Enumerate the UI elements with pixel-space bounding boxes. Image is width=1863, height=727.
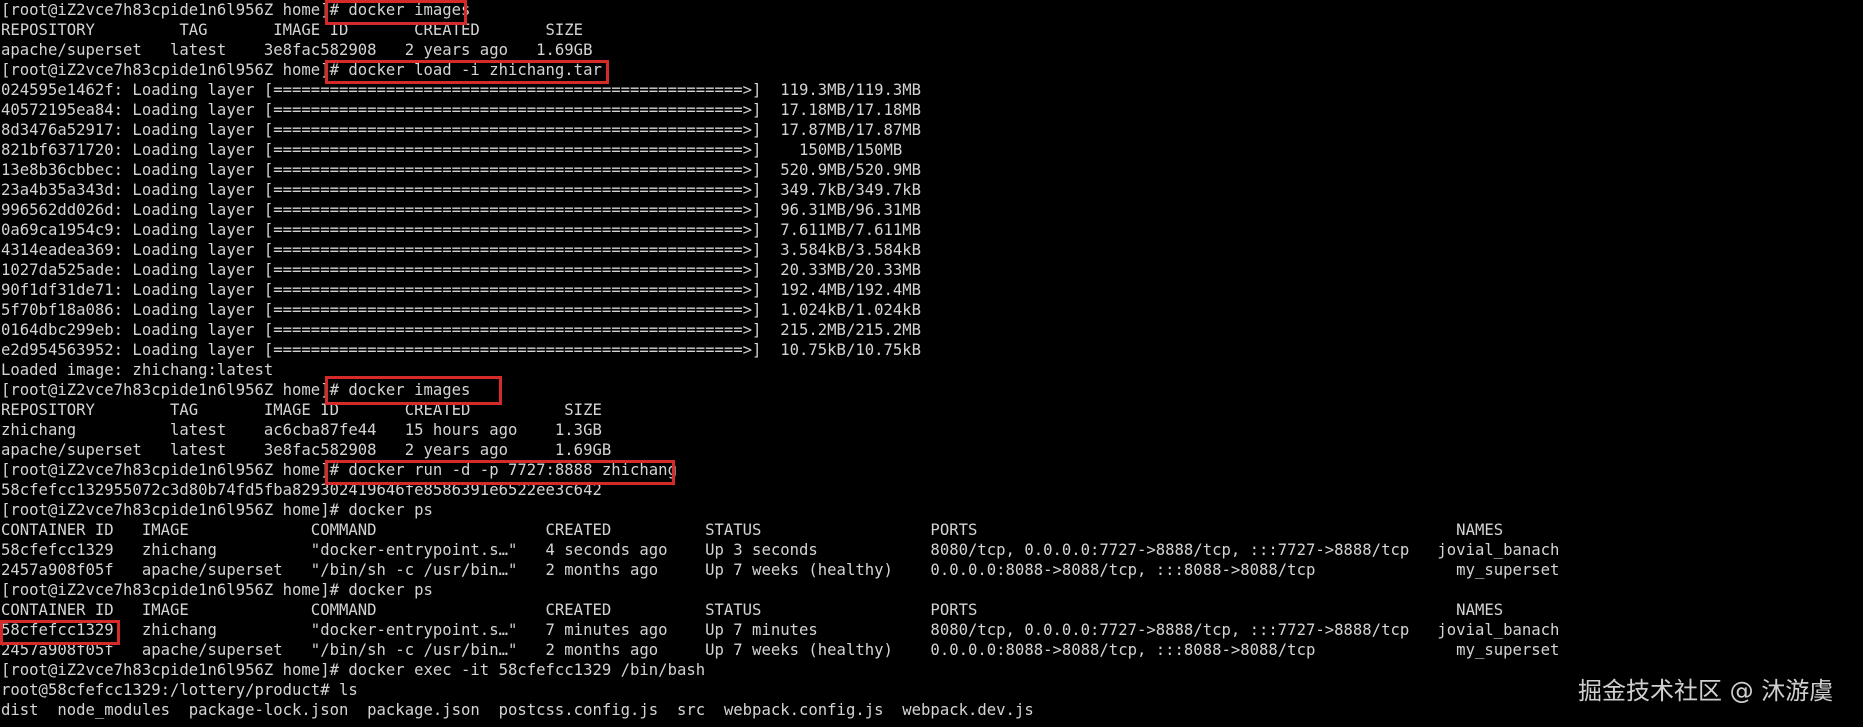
layer-progress-line: 23a4b35a343d: Loading layer [===========… xyxy=(1,181,922,199)
watermark: 掘金技术社区 @ 沐游虞 xyxy=(1578,677,1834,705)
table-header: CONTAINER ID IMAGE COMMAND CREATED STATU… xyxy=(1,601,1504,619)
output-line: dist node_modules package-lock.json pack… xyxy=(1,701,1034,719)
prompt-line: [root@iZ2vce7h83cpide1n6l956Z home]# doc… xyxy=(1,1,471,19)
layer-progress-line: 821bf6371720: Loading layer [===========… xyxy=(1,141,903,159)
table-row: 58cfefcc1329 zhichang "docker-entrypoint… xyxy=(1,621,1560,639)
output-line: 58cfefcc132955072c3d80b74fd5fba829302419… xyxy=(1,481,602,499)
layer-progress-line: 40572195ea84: Loading layer [===========… xyxy=(1,101,922,119)
table-row: apache/superset latest 3e8fac582908 2 ye… xyxy=(1,41,593,59)
layer-progress-line: 024595e1462f: Loading layer [===========… xyxy=(1,81,922,99)
table-header: CONTAINER ID IMAGE COMMAND CREATED STATU… xyxy=(1,521,1504,539)
table-header: REPOSITORY TAG IMAGE ID CREATED SIZE xyxy=(1,21,584,39)
layer-progress-line: 0a69ca1954c9: Loading layer [===========… xyxy=(1,221,922,239)
layer-progress-line: e2d954563952: Loading layer [===========… xyxy=(1,341,922,359)
table-row: apache/superset latest 3e8fac582908 2 ye… xyxy=(1,441,612,459)
prompt-line: [root@iZ2vce7h83cpide1n6l956Z home]# doc… xyxy=(1,381,471,399)
prompt-line: [root@iZ2vce7h83cpide1n6l956Z home]# doc… xyxy=(1,61,602,79)
layer-progress-line: 996562dd026d: Loading layer [===========… xyxy=(1,201,922,219)
output-line: Loaded image: zhichang:latest xyxy=(1,361,274,379)
layer-progress-line: 0164dbc299eb: Loading layer [===========… xyxy=(1,321,922,339)
layer-progress-line: 8d3476a52917: Loading layer [===========… xyxy=(1,121,922,139)
table-row: 58cfefcc1329 zhichang "docker-entrypoint… xyxy=(1,541,1560,559)
table-header: REPOSITORY TAG IMAGE ID CREATED SIZE xyxy=(1,401,602,419)
prompt-line: root@58cfefcc1329:/lottery/product# ls xyxy=(1,681,358,699)
terminal-window[interactable]: [root@iZ2vce7h83cpide1n6l956Z home]# doc… xyxy=(0,0,1863,727)
prompt-line: [root@iZ2vce7h83cpide1n6l956Z home]# doc… xyxy=(1,581,433,599)
layer-progress-line: 1027da525ade: Loading layer [===========… xyxy=(1,261,922,279)
layer-progress-line: 5f70bf18a086: Loading layer [===========… xyxy=(1,301,922,319)
prompt-line: [root@iZ2vce7h83cpide1n6l956Z home]# doc… xyxy=(1,501,433,519)
layer-progress-line: 13e8b36cbbec: Loading layer [===========… xyxy=(1,161,922,179)
table-row: 2457a908f05f apache/superset "/bin/sh -c… xyxy=(1,561,1560,579)
layer-progress-line: 90f1df31de71: Loading layer [===========… xyxy=(1,281,922,299)
table-row: zhichang latest ac6cba87fe44 15 hours ag… xyxy=(1,421,602,439)
prompt-line: [root@iZ2vce7h83cpide1n6l956Z home]# doc… xyxy=(1,661,706,679)
prompt-line: [root@iZ2vce7h83cpide1n6l956Z home]# doc… xyxy=(1,461,677,479)
table-row: 2457a908f05f apache/superset "/bin/sh -c… xyxy=(1,641,1560,659)
layer-progress-line: 4314eadea369: Loading layer [===========… xyxy=(1,241,922,259)
